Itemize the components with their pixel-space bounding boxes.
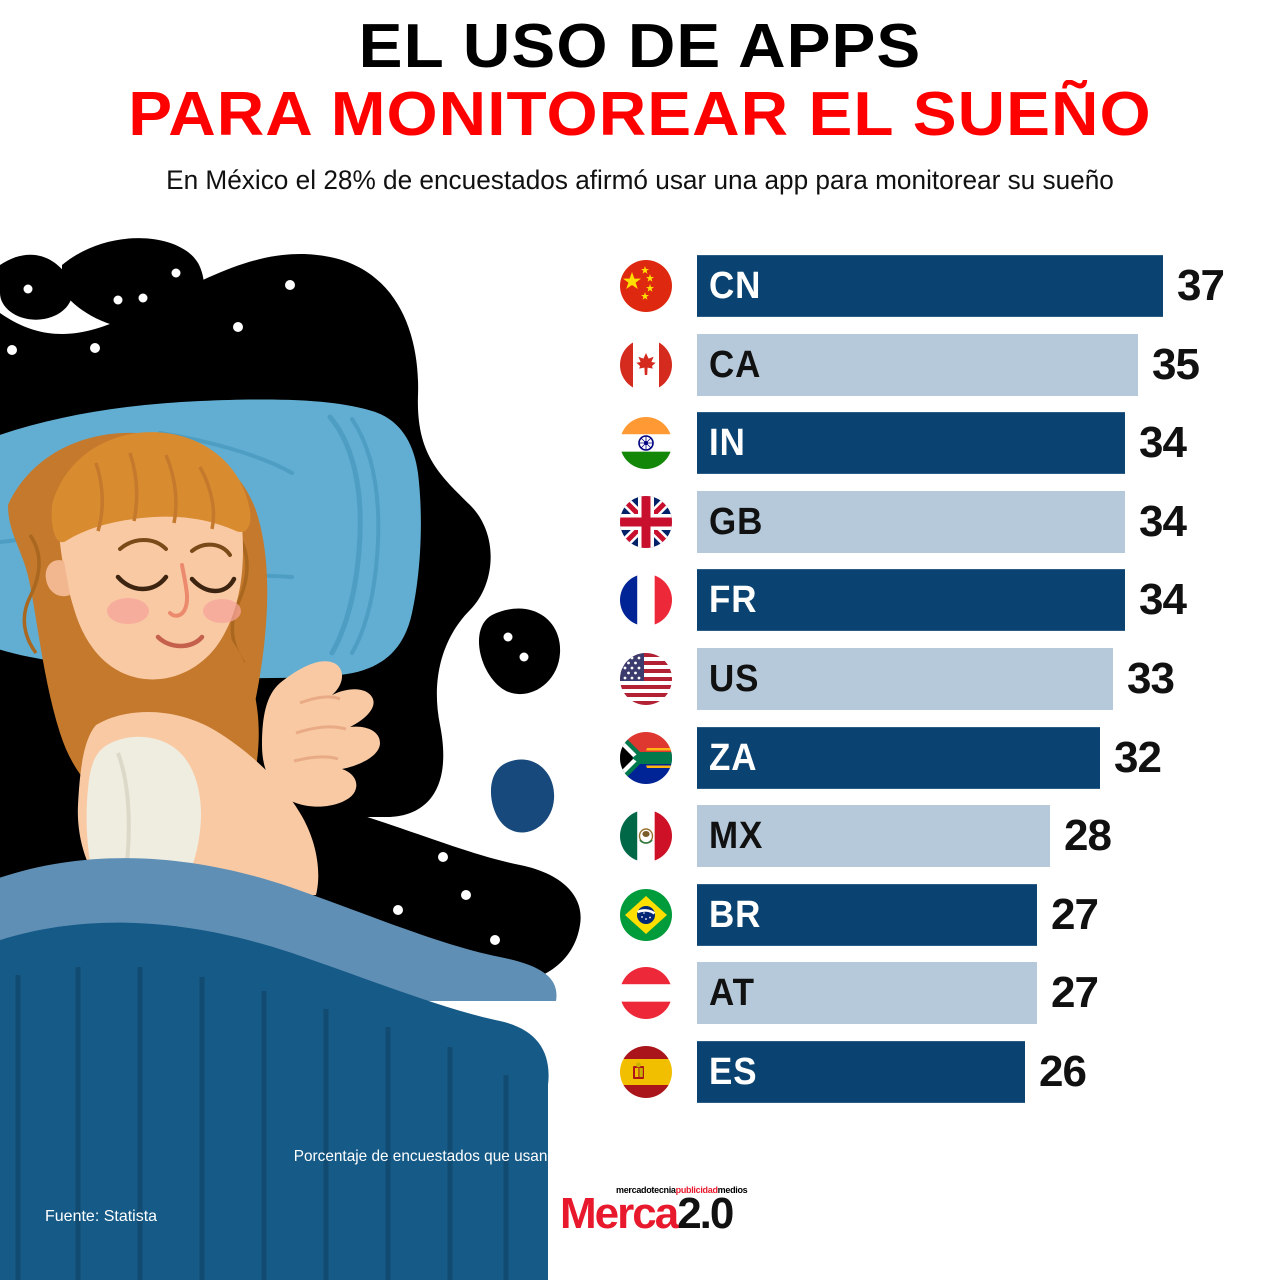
bar-country-code: ES bbox=[709, 1051, 758, 1093]
logo-wordmark: Merca2.0 bbox=[560, 1189, 734, 1238]
bar-mx: MX bbox=[697, 805, 1050, 868]
bar-country-code: FR bbox=[709, 579, 758, 622]
bar-country-code: ZA bbox=[709, 736, 758, 779]
bar-value-label: 33 bbox=[1127, 654, 1175, 703]
bar-value-label: 32 bbox=[1114, 732, 1162, 782]
page-title-line1: EL USO DE APPS bbox=[358, 12, 922, 81]
bar-value-label: 34 bbox=[1139, 496, 1187, 546]
bar-value-label: 34 bbox=[1139, 575, 1187, 625]
bar-country-code: CN bbox=[709, 265, 762, 307]
bar-es: ES bbox=[697, 1041, 1025, 1103]
br-flag-icon bbox=[620, 888, 672, 941]
za-flag-icon bbox=[620, 731, 672, 784]
bar-country-code: MX bbox=[709, 815, 764, 858]
source-label: Fuente: Statista bbox=[45, 1208, 158, 1225]
bar-value-label: 26 bbox=[1039, 1047, 1087, 1096]
bar-country-code: GB bbox=[709, 500, 764, 543]
bar-in: IN bbox=[697, 412, 1125, 475]
ca-flag-icon bbox=[620, 338, 672, 391]
bar-value-label: 27 bbox=[1051, 889, 1099, 939]
bar-value-label: 34 bbox=[1139, 418, 1187, 468]
bar-value-label: 27 bbox=[1051, 968, 1099, 1018]
bar-cn: CN bbox=[697, 255, 1163, 317]
bar-fr: FR bbox=[697, 569, 1125, 632]
page-subtitle: En México el 28% de encuestados afirmó u… bbox=[166, 165, 1114, 195]
logo-wordmark-merca: Merca bbox=[560, 1189, 679, 1238]
bar-br: BR bbox=[697, 883, 1037, 946]
at-flag-icon bbox=[620, 967, 672, 1020]
bar-value-label: 35 bbox=[1152, 339, 1200, 389]
logo-wordmark-20: 2.0 bbox=[677, 1189, 734, 1238]
bar-at: AT bbox=[697, 962, 1037, 1025]
gb-flag-icon bbox=[620, 495, 672, 548]
bar-country-code: IN bbox=[709, 422, 746, 465]
us-flag-icon bbox=[620, 653, 672, 705]
bar-us: US bbox=[697, 648, 1113, 710]
chart-footnote: Porcentaje de encuestados que usan aplic… bbox=[293, 1148, 987, 1165]
bar-value-label: 37 bbox=[1177, 261, 1225, 310]
es-flag-icon bbox=[620, 1046, 672, 1098]
in-flag-icon bbox=[620, 417, 672, 470]
bar-country-code: CA bbox=[709, 343, 762, 386]
bar-gb: GB bbox=[697, 490, 1125, 553]
mx-flag-icon bbox=[620, 810, 672, 863]
fr-flag-icon bbox=[620, 574, 672, 627]
bar-ca: CA bbox=[697, 333, 1138, 396]
bar-za: ZA bbox=[697, 726, 1100, 789]
page-title-line2: PARA MONITOREAR EL SUEÑO bbox=[128, 80, 1152, 149]
bar-country-code: BR bbox=[709, 893, 762, 936]
bar-country-code: AT bbox=[709, 972, 755, 1015]
header: EL USO DE APPS PARA MONITOREAR EL SUEÑO … bbox=[0, 0, 1280, 222]
bar-value-label: 28 bbox=[1064, 811, 1112, 861]
cn-flag-icon bbox=[620, 260, 672, 312]
bar-country-code: US bbox=[709, 658, 760, 700]
infographic-page: EL USO DE APPS PARA MONITOREAR EL SUEÑO … bbox=[0, 0, 1280, 1280]
